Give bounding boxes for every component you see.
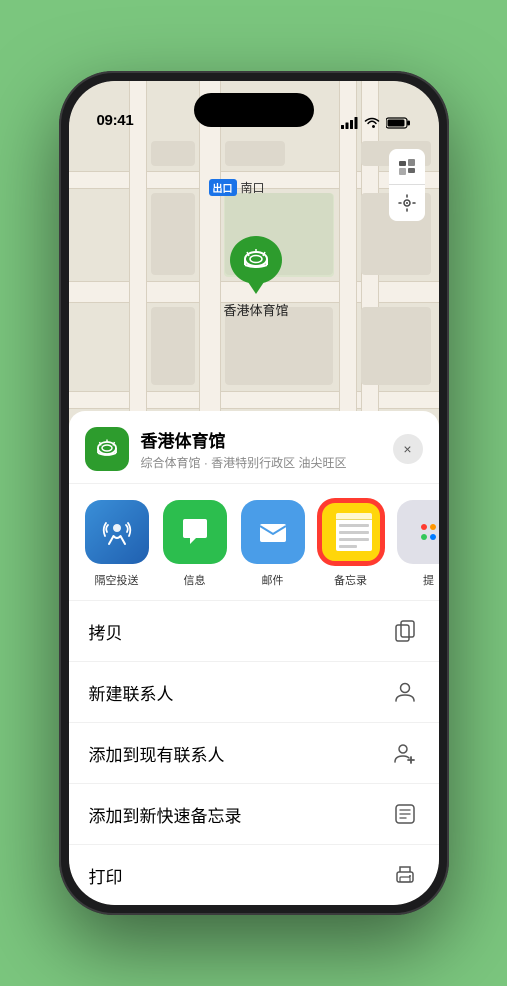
share-notes[interactable]: 备忘录 — [319, 500, 383, 588]
airdrop-icon-wrap — [85, 500, 149, 564]
add-contact-label: 添加到现有联系人 — [89, 741, 225, 766]
more-icon-wrap — [397, 500, 439, 564]
venue-icon — [85, 427, 129, 471]
action-list: 拷贝 新建联系人 — [69, 601, 439, 905]
dynamic-island — [194, 93, 314, 127]
location-button[interactable] — [389, 185, 425, 221]
print-icon — [391, 861, 419, 889]
copy-icon — [391, 617, 419, 645]
action-add-contact[interactable]: 添加到现有联系人 — [69, 723, 439, 784]
exit-badge: 出口 — [209, 179, 237, 196]
message-label: 信息 — [184, 572, 206, 588]
person-icon — [391, 678, 419, 706]
message-icon-wrap — [163, 500, 227, 564]
person-add-icon — [391, 739, 419, 767]
map-exit-label: 出口 南口 — [209, 179, 265, 196]
notes-icon-wrap — [319, 500, 383, 564]
phone-screen: 09:41 — [69, 81, 439, 905]
copy-label: 拷贝 — [89, 619, 123, 644]
bottom-sheet: 香港体育馆 综合体育馆 · 香港特别行政区 油尖旺区 × — [69, 411, 439, 905]
exit-text: 南口 — [241, 179, 265, 196]
stadium-name: 香港体育馆 — [224, 300, 289, 319]
phone-shell: 09:41 — [59, 71, 449, 915]
map-type-button[interactable] — [389, 149, 425, 185]
venue-header: 香港体育馆 综合体育馆 · 香港特别行政区 油尖旺区 × — [69, 411, 439, 484]
share-more[interactable]: 提 — [397, 500, 439, 588]
notes-label: 备忘录 — [334, 572, 367, 588]
new-contact-label: 新建联系人 — [89, 680, 174, 705]
venue-close-button[interactable]: × — [393, 434, 423, 464]
action-print[interactable]: 打印 — [69, 845, 439, 905]
stadium-marker[interactable]: 香港体育馆 — [224, 236, 289, 319]
share-airdrop[interactable]: 隔空投送 — [85, 500, 149, 588]
mail-label: 邮件 — [262, 572, 284, 588]
wifi-icon — [364, 117, 380, 129]
mail-icon-wrap — [241, 500, 305, 564]
action-new-contact[interactable]: 新建联系人 — [69, 662, 439, 723]
note-icon — [391, 800, 419, 828]
share-mail[interactable]: 邮件 — [241, 500, 305, 588]
share-row: 隔空投送 信息 — [69, 484, 439, 601]
battery-icon — [386, 117, 411, 129]
stadium-pin-circle — [230, 236, 282, 284]
map-controls — [389, 149, 425, 221]
status-icons — [341, 117, 411, 129]
airdrop-label: 隔空投送 — [95, 572, 139, 588]
venue-info: 香港体育馆 综合体育馆 · 香港特别行政区 油尖旺区 — [141, 427, 393, 471]
share-message[interactable]: 信息 — [163, 500, 227, 588]
print-label: 打印 — [89, 863, 123, 888]
venue-description: 综合体育馆 · 香港特别行政区 油尖旺区 — [141, 454, 393, 471]
action-quick-note[interactable]: 添加到新快速备忘录 — [69, 784, 439, 845]
more-label: 提 — [423, 572, 434, 588]
stadium-pin — [230, 236, 282, 294]
status-time: 09:41 — [97, 112, 134, 129]
venue-name: 香港体育馆 — [141, 427, 393, 452]
action-copy[interactable]: 拷贝 — [69, 601, 439, 662]
close-icon: × — [403, 441, 411, 457]
signal-icon — [341, 117, 358, 129]
quick-note-label: 添加到新快速备忘录 — [89, 802, 242, 827]
